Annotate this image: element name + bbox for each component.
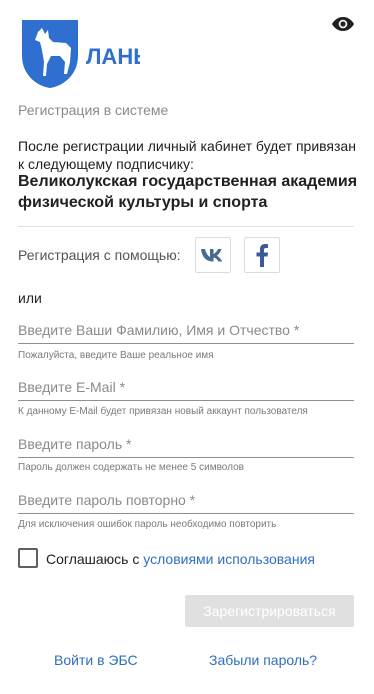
facebook-icon [256,244,268,267]
terms-link[interactable]: условиями использования [143,551,315,567]
email-hint: К данному E-Mail будет привязан новый ак… [18,406,308,417]
registration-intro: После регистрации личный кабинет будет п… [18,138,356,172]
doe-shield-icon: ЛАНЬ [22,20,149,88]
eye-icon[interactable] [331,12,355,36]
terms-text: Соглашаюсь с [46,551,140,567]
email-underline [18,400,354,401]
password-repeat-placeholder: Введите пароль повторно * [18,492,196,508]
fullname-field[interactable]: Введите Ваши Фамилию, Имя и Отчество * П… [18,322,354,361]
or-separator: или [18,290,42,306]
fullname-hint: Пожалуйста, введите Ваше реальное имя [18,350,214,361]
password-placeholder: Введите пароль * [18,436,132,452]
password-hint: Пароль должен содержать не менее 5 симво… [18,462,244,473]
forgot-password-link[interactable]: Забыли пароль? [209,652,317,668]
login-link[interactable]: Войти в ЭБС [54,652,138,668]
vk-icon [201,249,223,262]
social-label: Регистрация с помощью: [18,247,181,263]
password-repeat-underline [18,513,354,514]
email-field[interactable]: Введите E-Mail * К данному E-Mail будет … [18,379,354,417]
logo-text: ЛАНЬ [86,44,140,69]
register-button[interactable]: Зарегистрироваться [185,595,354,627]
password-underline [18,457,354,458]
vk-login-button[interactable] [195,237,231,273]
registration-title: Регистрация в системе [18,102,169,118]
facebook-login-button[interactable] [244,237,280,273]
lan-logo: ЛАНЬ [20,18,149,90]
subscriber-organization: Великолукская государственная академия ф… [18,173,358,211]
terms-label: Соглашаюсь с условиями использования [46,551,315,567]
fullname-underline [18,343,354,344]
password-field[interactable]: Введите пароль * Пароль должен содержать… [18,436,354,473]
email-placeholder: Введите E-Mail * [18,379,126,395]
password-repeat-hint: Для исключения ошибок пароль необходимо … [18,519,277,530]
terms-checkbox[interactable] [18,548,38,568]
fullname-placeholder: Введите Ваши Фамилию, Имя и Отчество * [18,322,300,338]
divider [18,226,354,227]
password-repeat-field[interactable]: Введите пароль повторно * Для исключения… [18,492,354,530]
